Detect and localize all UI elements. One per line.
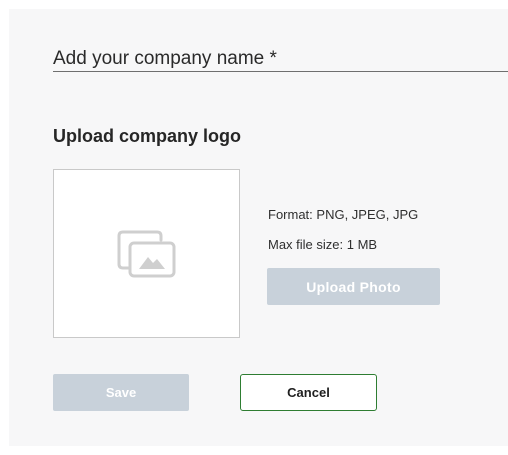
company-name-field[interactable]: Add your company name * — [53, 47, 508, 72]
upload-logo-title: Upload company logo — [53, 126, 242, 146]
image-gallery-icon — [117, 230, 176, 278]
logo-dropzone[interactable] — [53, 169, 240, 338]
company-name-label: Add your company name * — [53, 48, 277, 69]
upload-photo-button[interactable]: Upload Photo — [267, 268, 440, 305]
cancel-button[interactable]: Cancel — [240, 374, 377, 411]
max-file-size-info: Max file size: 1 MB — [268, 237, 378, 252]
format-info: Format: PNG, JPEG, JPG — [268, 207, 419, 222]
save-button[interactable]: Save — [53, 374, 189, 411]
